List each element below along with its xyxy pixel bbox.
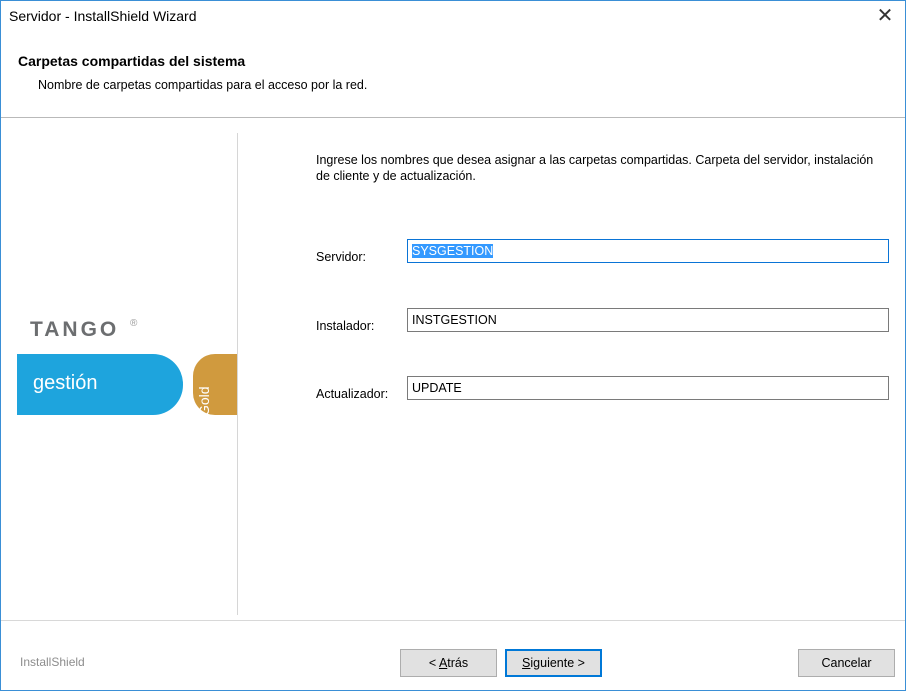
cancel-button[interactable]: Cancelar [798, 649, 895, 677]
actualizador-label: Actualizador: [316, 387, 389, 401]
wizard-header: Carpetas compartidas del sistema Nombre … [1, 31, 905, 118]
form-panel: Ingrese los nombres que desea asignar a … [238, 118, 905, 621]
close-icon[interactable]: ✕ [873, 4, 897, 28]
back-button[interactable]: < Atrás [400, 649, 497, 677]
gold-edition-badge: Gold [193, 354, 237, 416]
installshield-window: Servidor - InstallShield Wizard ✕ Carpet… [0, 0, 906, 691]
next-label: iguiente > [530, 656, 585, 670]
wizard-body: TANGO ® gestión Gold Ingrese los nombres… [1, 118, 905, 621]
back-label: trás [447, 656, 469, 670]
back-prefix: < [428, 656, 439, 670]
tango-logo: TANGO [30, 318, 120, 341]
servidor-label: Servidor: [316, 250, 367, 264]
actualizador-input[interactable]: UPDATE [407, 376, 889, 400]
trademark-mark: ® [130, 318, 138, 329]
product-name: gestión [33, 372, 98, 394]
page-subtitle: Nombre de carpetas compartidas para el a… [38, 78, 368, 92]
edition-name: Gold [196, 386, 212, 416]
servidor-value: SYSGESTION [412, 244, 494, 258]
next-button[interactable]: Siguiente > [505, 649, 602, 677]
servidor-input[interactable]: SYSGESTION [407, 239, 889, 263]
instalador-label: Instalador: [316, 319, 375, 333]
gestion-badge: gestión [17, 354, 183, 415]
instalador-value: INSTGESTION [412, 313, 497, 327]
window-title: Servidor - InstallShield Wizard [9, 8, 197, 24]
instalador-input[interactable]: INSTGESTION [407, 308, 889, 332]
title-bar: Servidor - InstallShield Wizard ✕ [1, 1, 905, 31]
page-title: Carpetas compartidas del sistema [18, 53, 246, 69]
actualizador-value: UPDATE [412, 381, 462, 395]
installshield-brand: InstallShield [20, 655, 85, 669]
wizard-footer: InstallShield < Atrás Siguiente > Cancel… [1, 621, 905, 690]
instructions-text: Ingrese los nombres que desea asignar a … [316, 153, 874, 183]
branding-panel: TANGO ® gestión Gold [1, 118, 237, 621]
